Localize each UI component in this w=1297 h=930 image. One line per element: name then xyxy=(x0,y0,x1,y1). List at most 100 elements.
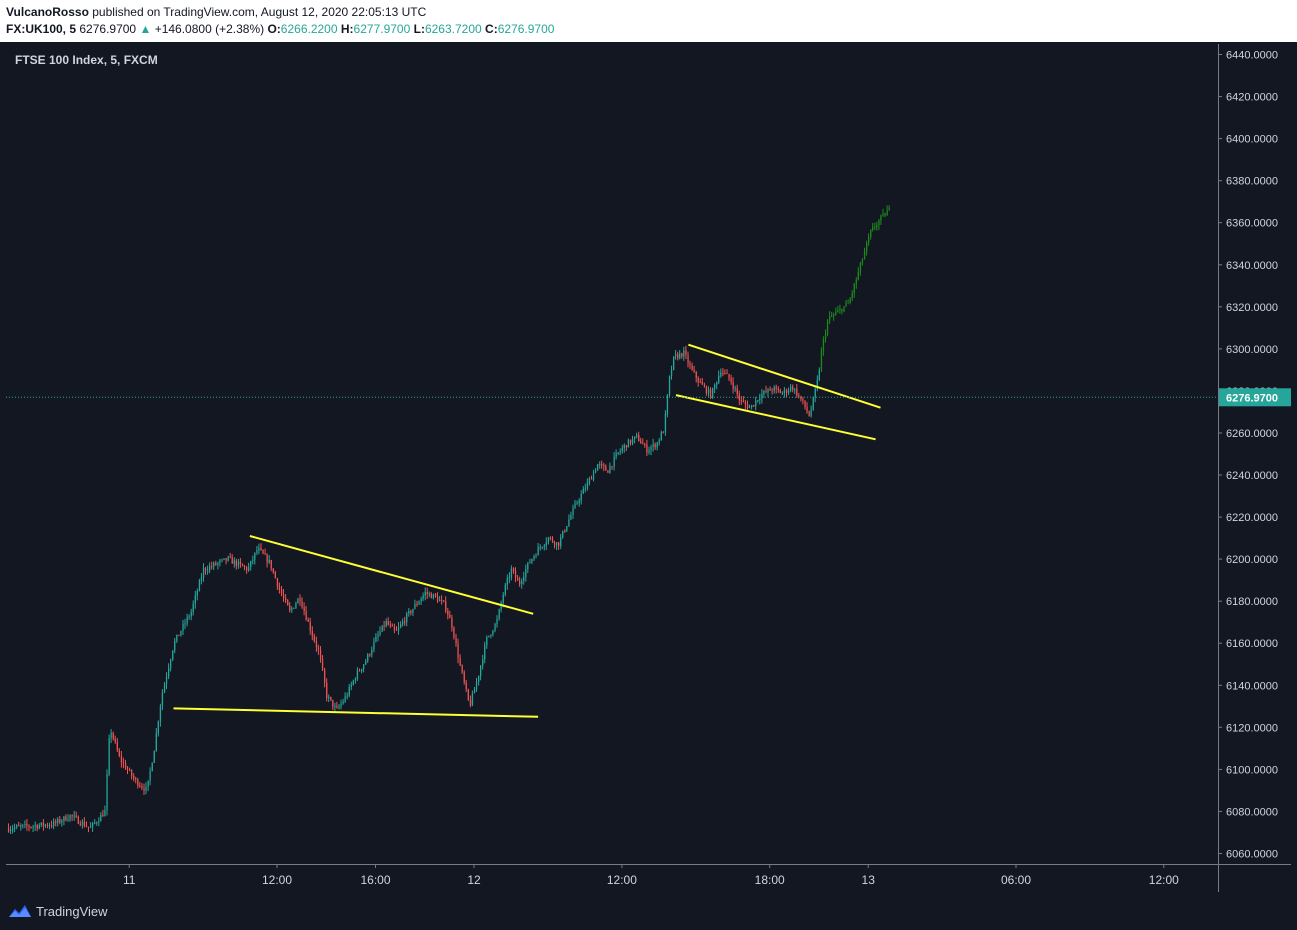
candle-body xyxy=(313,636,315,642)
candle-body xyxy=(9,829,12,832)
candle-body xyxy=(262,550,264,554)
candle-body xyxy=(533,556,535,559)
y-tick-label: 6240.0000 xyxy=(1226,470,1278,482)
x-tick-label: 13 xyxy=(862,873,876,887)
candle-body xyxy=(728,374,730,379)
candle-body xyxy=(847,302,849,304)
x-tick-label: 12 xyxy=(467,873,481,887)
y-tick-label: 6440.0000 xyxy=(1226,50,1278,62)
candle-body xyxy=(660,432,662,441)
candle-body xyxy=(63,816,65,821)
candle-body xyxy=(133,776,135,779)
candle-body xyxy=(605,466,607,471)
candle-body xyxy=(258,547,260,551)
candle-body xyxy=(393,626,396,630)
candle-body xyxy=(426,592,428,594)
candle-body xyxy=(551,538,554,542)
candle-body xyxy=(826,320,829,334)
candle-body xyxy=(467,689,469,700)
candle-body xyxy=(71,815,73,817)
candle-body xyxy=(406,613,408,623)
candle-body xyxy=(229,556,231,558)
candle-body xyxy=(790,386,792,391)
candle-body xyxy=(143,787,145,791)
candle-body xyxy=(400,624,402,628)
candle-body xyxy=(184,623,186,625)
candle-body xyxy=(521,581,523,584)
candle-body xyxy=(274,572,276,579)
candle-body xyxy=(270,560,272,569)
candle-body xyxy=(186,617,188,624)
candle-body xyxy=(502,594,504,603)
candle-body xyxy=(161,692,164,707)
candle-body xyxy=(601,464,603,466)
candle-body xyxy=(804,400,806,408)
candle-body xyxy=(748,407,751,408)
candle-body xyxy=(845,302,847,307)
candle-body xyxy=(342,701,344,704)
candle-body xyxy=(404,621,406,623)
y-tick-label: 6060.0000 xyxy=(1226,849,1278,861)
candle-body xyxy=(541,547,543,548)
candle-body xyxy=(55,821,57,823)
candle-body xyxy=(254,552,256,560)
candle-body xyxy=(44,824,47,826)
candle-body xyxy=(46,824,49,826)
candle-body xyxy=(592,472,595,480)
candle-body xyxy=(588,478,591,483)
candle-body xyxy=(100,814,102,822)
candle-body xyxy=(233,560,235,564)
candle-body xyxy=(227,556,229,561)
chart-area[interactable]: 6060.0000 6080.0000 6100.0000 6120.0000 6140… xyxy=(6,44,1291,892)
candle-body xyxy=(38,825,40,829)
candle-body xyxy=(391,625,393,627)
candle-body xyxy=(783,389,786,393)
candle-body xyxy=(619,451,621,453)
candle-body xyxy=(539,547,541,549)
chart-background xyxy=(6,44,1291,892)
candle-body xyxy=(689,363,691,366)
candle-body xyxy=(514,571,517,579)
candle-body xyxy=(30,827,32,828)
candle-body xyxy=(379,631,381,635)
candle-body xyxy=(627,439,630,448)
candle-body xyxy=(597,464,599,471)
candle-body xyxy=(75,815,77,817)
candle-body xyxy=(168,668,170,677)
candle-body xyxy=(276,578,279,587)
candle-body xyxy=(543,545,545,547)
candle-body xyxy=(861,259,864,263)
candle-body xyxy=(22,824,24,826)
candle-body xyxy=(755,400,757,407)
candle-body xyxy=(769,388,771,391)
candle-body xyxy=(165,676,168,685)
candle-body xyxy=(397,627,400,631)
candle-body xyxy=(882,213,884,216)
candle-body xyxy=(381,625,383,632)
candle-body xyxy=(225,558,227,561)
candle-body xyxy=(687,355,689,364)
candle-body xyxy=(280,589,283,595)
candle-body xyxy=(699,382,701,384)
candle-body xyxy=(681,353,683,357)
candle-body xyxy=(149,771,151,781)
candle-body xyxy=(447,610,449,615)
candle-body xyxy=(174,640,176,651)
candle-body xyxy=(638,435,640,442)
candle-body xyxy=(556,542,558,546)
candle-body xyxy=(703,384,706,387)
candle-body xyxy=(223,558,225,560)
candle-body xyxy=(159,706,162,722)
candle-body xyxy=(549,537,552,539)
price-chart[interactable]: 6060.0000 6080.0000 6100.0000 6120.0000 6140… xyxy=(6,44,1291,892)
candle-body xyxy=(742,400,745,403)
candle-body xyxy=(849,298,851,303)
x-tick-label: 11 xyxy=(123,873,136,887)
y-tick-label: 6360.0000 xyxy=(1226,218,1278,230)
candle-body xyxy=(420,598,422,602)
tradingview-brand[interactable]: TradingView xyxy=(8,903,108,919)
candle-body xyxy=(137,779,139,786)
publisher-name[interactable]: VulcanoRosso xyxy=(6,5,89,19)
published-text: published on TradingView.com, August 12,… xyxy=(92,5,427,19)
candle-body xyxy=(87,826,90,828)
